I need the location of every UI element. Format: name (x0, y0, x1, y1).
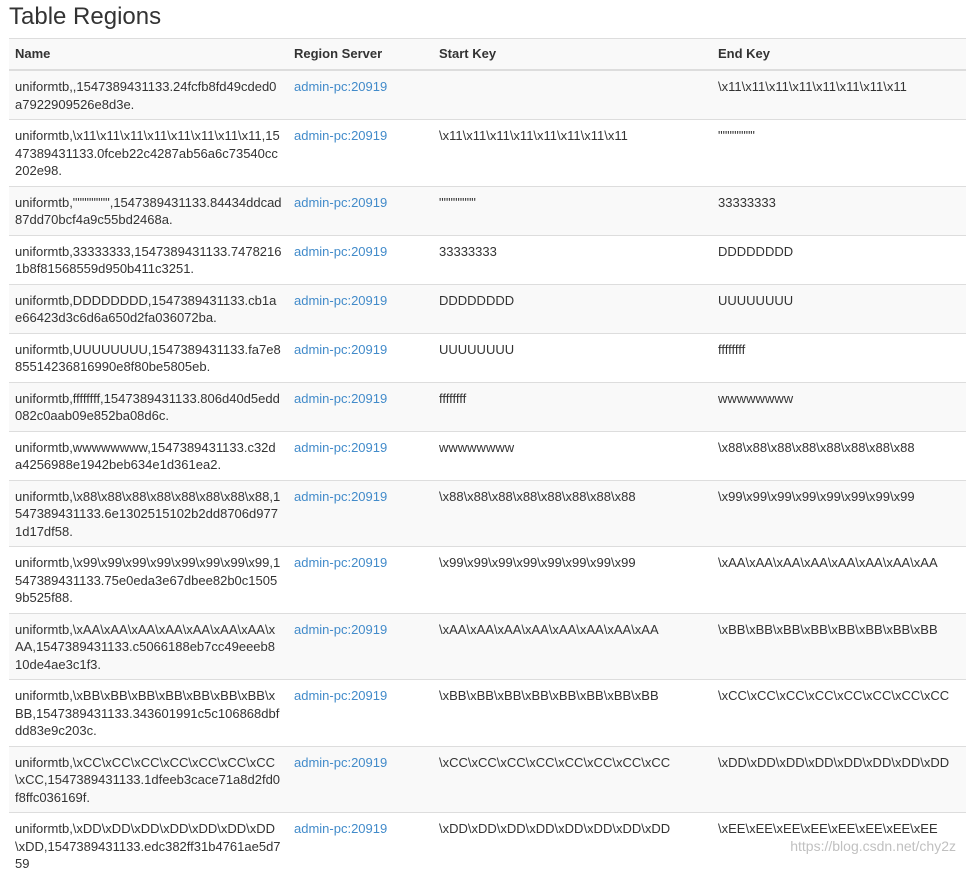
table-row: uniformtb,DDDDDDDD,1547389431133.cb1ae66… (9, 283, 966, 333)
table-row: uniformtb,33333333,1547389431133.7478216… (9, 234, 966, 284)
start-key-cell: """""""" (433, 185, 712, 235)
region-server-cell: admin-pc:20919 (288, 679, 433, 746)
region-server-link[interactable]: admin-pc:20919 (294, 555, 387, 570)
region-name-cell: uniformtb,\xCC\xCC\xCC\xCC\xCC\xCC\xCC\x… (9, 745, 288, 813)
end-key-cell: \xEE\xEE\xEE\xEE\xEE\xEE\xEE\xEE (712, 812, 966, 879)
table-row: uniformtb,\xBB\xBB\xBB\xBB\xBB\xBB\xBB\x… (9, 679, 966, 746)
page-title: Table Regions (9, 3, 162, 30)
start-key-cell (433, 69, 712, 120)
region-server-link[interactable]: admin-pc:20919 (294, 244, 387, 259)
region-name-cell: uniformtb,"""""""",1547389431133.84434dd… (9, 185, 288, 235)
start-key-cell: \xAA\xAA\xAA\xAA\xAA\xAA\xAA\xAA (433, 612, 712, 680)
start-key-cell: \x88\x88\x88\x88\x88\x88\x88\x88 (433, 479, 712, 547)
region-server-link[interactable]: admin-pc:20919 (294, 755, 387, 770)
region-server-link[interactable]: admin-pc:20919 (294, 821, 387, 836)
region-server-link[interactable]: admin-pc:20919 (294, 79, 387, 94)
region-name-cell: uniformtb,\x99\x99\x99\x99\x99\x99\x99\x… (9, 546, 288, 613)
region-server-cell: admin-pc:20919 (288, 812, 433, 879)
region-name-cell: uniformtb,,1547389431133.24fcfb8fd49cded… (9, 69, 288, 120)
end-key-cell: \xBB\xBB\xBB\xBB\xBB\xBB\xBB\xBB (712, 612, 966, 680)
column-header-end-key[interactable]: End Key (712, 38, 966, 71)
table-header: Name Region Server Start Key End Key (9, 38, 966, 71)
region-name-cell: uniformtb,\x88\x88\x88\x88\x88\x88\x88\x… (9, 479, 288, 547)
start-key-cell: \xCC\xCC\xCC\xCC\xCC\xCC\xCC\xCC (433, 745, 712, 813)
region-server-cell: admin-pc:20919 (288, 283, 433, 333)
start-key-cell: wwwwwwww (433, 430, 712, 480)
end-key-cell: \xCC\xCC\xCC\xCC\xCC\xCC\xCC\xCC (712, 679, 966, 746)
region-name-cell: uniformtb,\x11\x11\x11\x11\x11\x11\x11\x… (9, 119, 288, 186)
region-server-cell: admin-pc:20919 (288, 185, 433, 235)
end-key-cell: """""""" (712, 119, 966, 186)
region-name-cell: uniformtb,\xBB\xBB\xBB\xBB\xBB\xBB\xBB\x… (9, 679, 288, 746)
end-key-cell: UUUUUUUU (712, 283, 966, 333)
region-server-cell: admin-pc:20919 (288, 332, 433, 382)
region-server-cell: admin-pc:20919 (288, 69, 433, 120)
region-server-link[interactable]: admin-pc:20919 (294, 293, 387, 308)
end-key-cell: \xDD\xDD\xDD\xDD\xDD\xDD\xDD\xDD (712, 745, 966, 813)
region-server-link[interactable]: admin-pc:20919 (294, 688, 387, 703)
region-server-cell: admin-pc:20919 (288, 430, 433, 480)
region-server-link[interactable]: admin-pc:20919 (294, 391, 387, 406)
start-key-cell: \xBB\xBB\xBB\xBB\xBB\xBB\xBB\xBB (433, 679, 712, 746)
start-key-cell: UUUUUUUU (433, 332, 712, 382)
table-row: uniformtb,\xAA\xAA\xAA\xAA\xAA\xAA\xAA\x… (9, 612, 966, 680)
table-row: uniformtb,wwwwwwww,1547389431133.c32da42… (9, 430, 966, 480)
column-header-name[interactable]: Name (9, 38, 288, 71)
end-key-cell: ffffffff (712, 332, 966, 382)
end-key-cell: 33333333 (712, 185, 966, 235)
start-key-cell: \x11\x11\x11\x11\x11\x11\x11\x11 (433, 119, 712, 186)
regions-table: Name Region Server Start Key End Key uni… (9, 38, 966, 879)
end-key-cell: \x99\x99\x99\x99\x99\x99\x99\x99 (712, 479, 966, 547)
column-header-region-server[interactable]: Region Server (288, 38, 433, 71)
table-row: uniformtb,\x88\x88\x88\x88\x88\x88\x88\x… (9, 479, 966, 547)
table-row: uniformtb,\xDD\xDD\xDD\xDD\xDD\xDD\xDD\x… (9, 812, 966, 879)
region-server-link[interactable]: admin-pc:20919 (294, 622, 387, 637)
start-key-cell: 33333333 (433, 234, 712, 284)
end-key-cell: \x88\x88\x88\x88\x88\x88\x88\x88 (712, 430, 966, 480)
table-row: uniformtb,\x99\x99\x99\x99\x99\x99\x99\x… (9, 546, 966, 613)
table-row: uniformtb,,1547389431133.24fcfb8fd49cded… (9, 69, 966, 120)
region-name-cell: uniformtb,wwwwwwww,1547389431133.c32da42… (9, 430, 288, 480)
column-header-start-key[interactable]: Start Key (433, 38, 712, 71)
table-body: uniformtb,,1547389431133.24fcfb8fd49cded… (9, 69, 966, 879)
region-name-cell: uniformtb,33333333,1547389431133.7478216… (9, 234, 288, 284)
region-server-cell: admin-pc:20919 (288, 234, 433, 284)
region-server-link[interactable]: admin-pc:20919 (294, 440, 387, 455)
start-key-cell: DDDDDDDD (433, 283, 712, 333)
region-name-cell: uniformtb,DDDDDDDD,1547389431133.cb1ae66… (9, 283, 288, 333)
start-key-cell: \x99\x99\x99\x99\x99\x99\x99\x99 (433, 546, 712, 613)
end-key-cell: \xAA\xAA\xAA\xAA\xAA\xAA\xAA\xAA (712, 546, 966, 613)
region-name-cell: uniformtb,\xAA\xAA\xAA\xAA\xAA\xAA\xAA\x… (9, 612, 288, 680)
end-key-cell: wwwwwwww (712, 381, 966, 431)
region-server-link[interactable]: admin-pc:20919 (294, 128, 387, 143)
region-server-link[interactable]: admin-pc:20919 (294, 342, 387, 357)
header-row: Name Region Server Start Key End Key (9, 38, 966, 71)
region-server-cell: admin-pc:20919 (288, 612, 433, 680)
region-server-cell: admin-pc:20919 (288, 381, 433, 431)
table-row: uniformtb,\x11\x11\x11\x11\x11\x11\x11\x… (9, 119, 966, 186)
table-row: uniformtb,UUUUUUUU,1547389431133.fa7e885… (9, 332, 966, 382)
start-key-cell: \xDD\xDD\xDD\xDD\xDD\xDD\xDD\xDD (433, 812, 712, 879)
region-server-cell: admin-pc:20919 (288, 479, 433, 547)
table-row: uniformtb,ffffffff,1547389431133.806d40d… (9, 381, 966, 431)
region-server-link[interactable]: admin-pc:20919 (294, 195, 387, 210)
region-name-cell: uniformtb,\xDD\xDD\xDD\xDD\xDD\xDD\xDD\x… (9, 812, 288, 879)
region-name-cell: uniformtb,UUUUUUUU,1547389431133.fa7e885… (9, 332, 288, 382)
region-server-cell: admin-pc:20919 (288, 546, 433, 613)
table-row: uniformtb,"""""""",1547389431133.84434dd… (9, 185, 966, 235)
region-server-cell: admin-pc:20919 (288, 745, 433, 813)
region-name-cell: uniformtb,ffffffff,1547389431133.806d40d… (9, 381, 288, 431)
region-server-link[interactable]: admin-pc:20919 (294, 489, 387, 504)
end-key-cell: \x11\x11\x11\x11\x11\x11\x11\x11 (712, 69, 966, 120)
end-key-cell: DDDDDDDD (712, 234, 966, 284)
start-key-cell: ffffffff (433, 381, 712, 431)
table-row: uniformtb,\xCC\xCC\xCC\xCC\xCC\xCC\xCC\x… (9, 745, 966, 813)
region-server-cell: admin-pc:20919 (288, 119, 433, 186)
